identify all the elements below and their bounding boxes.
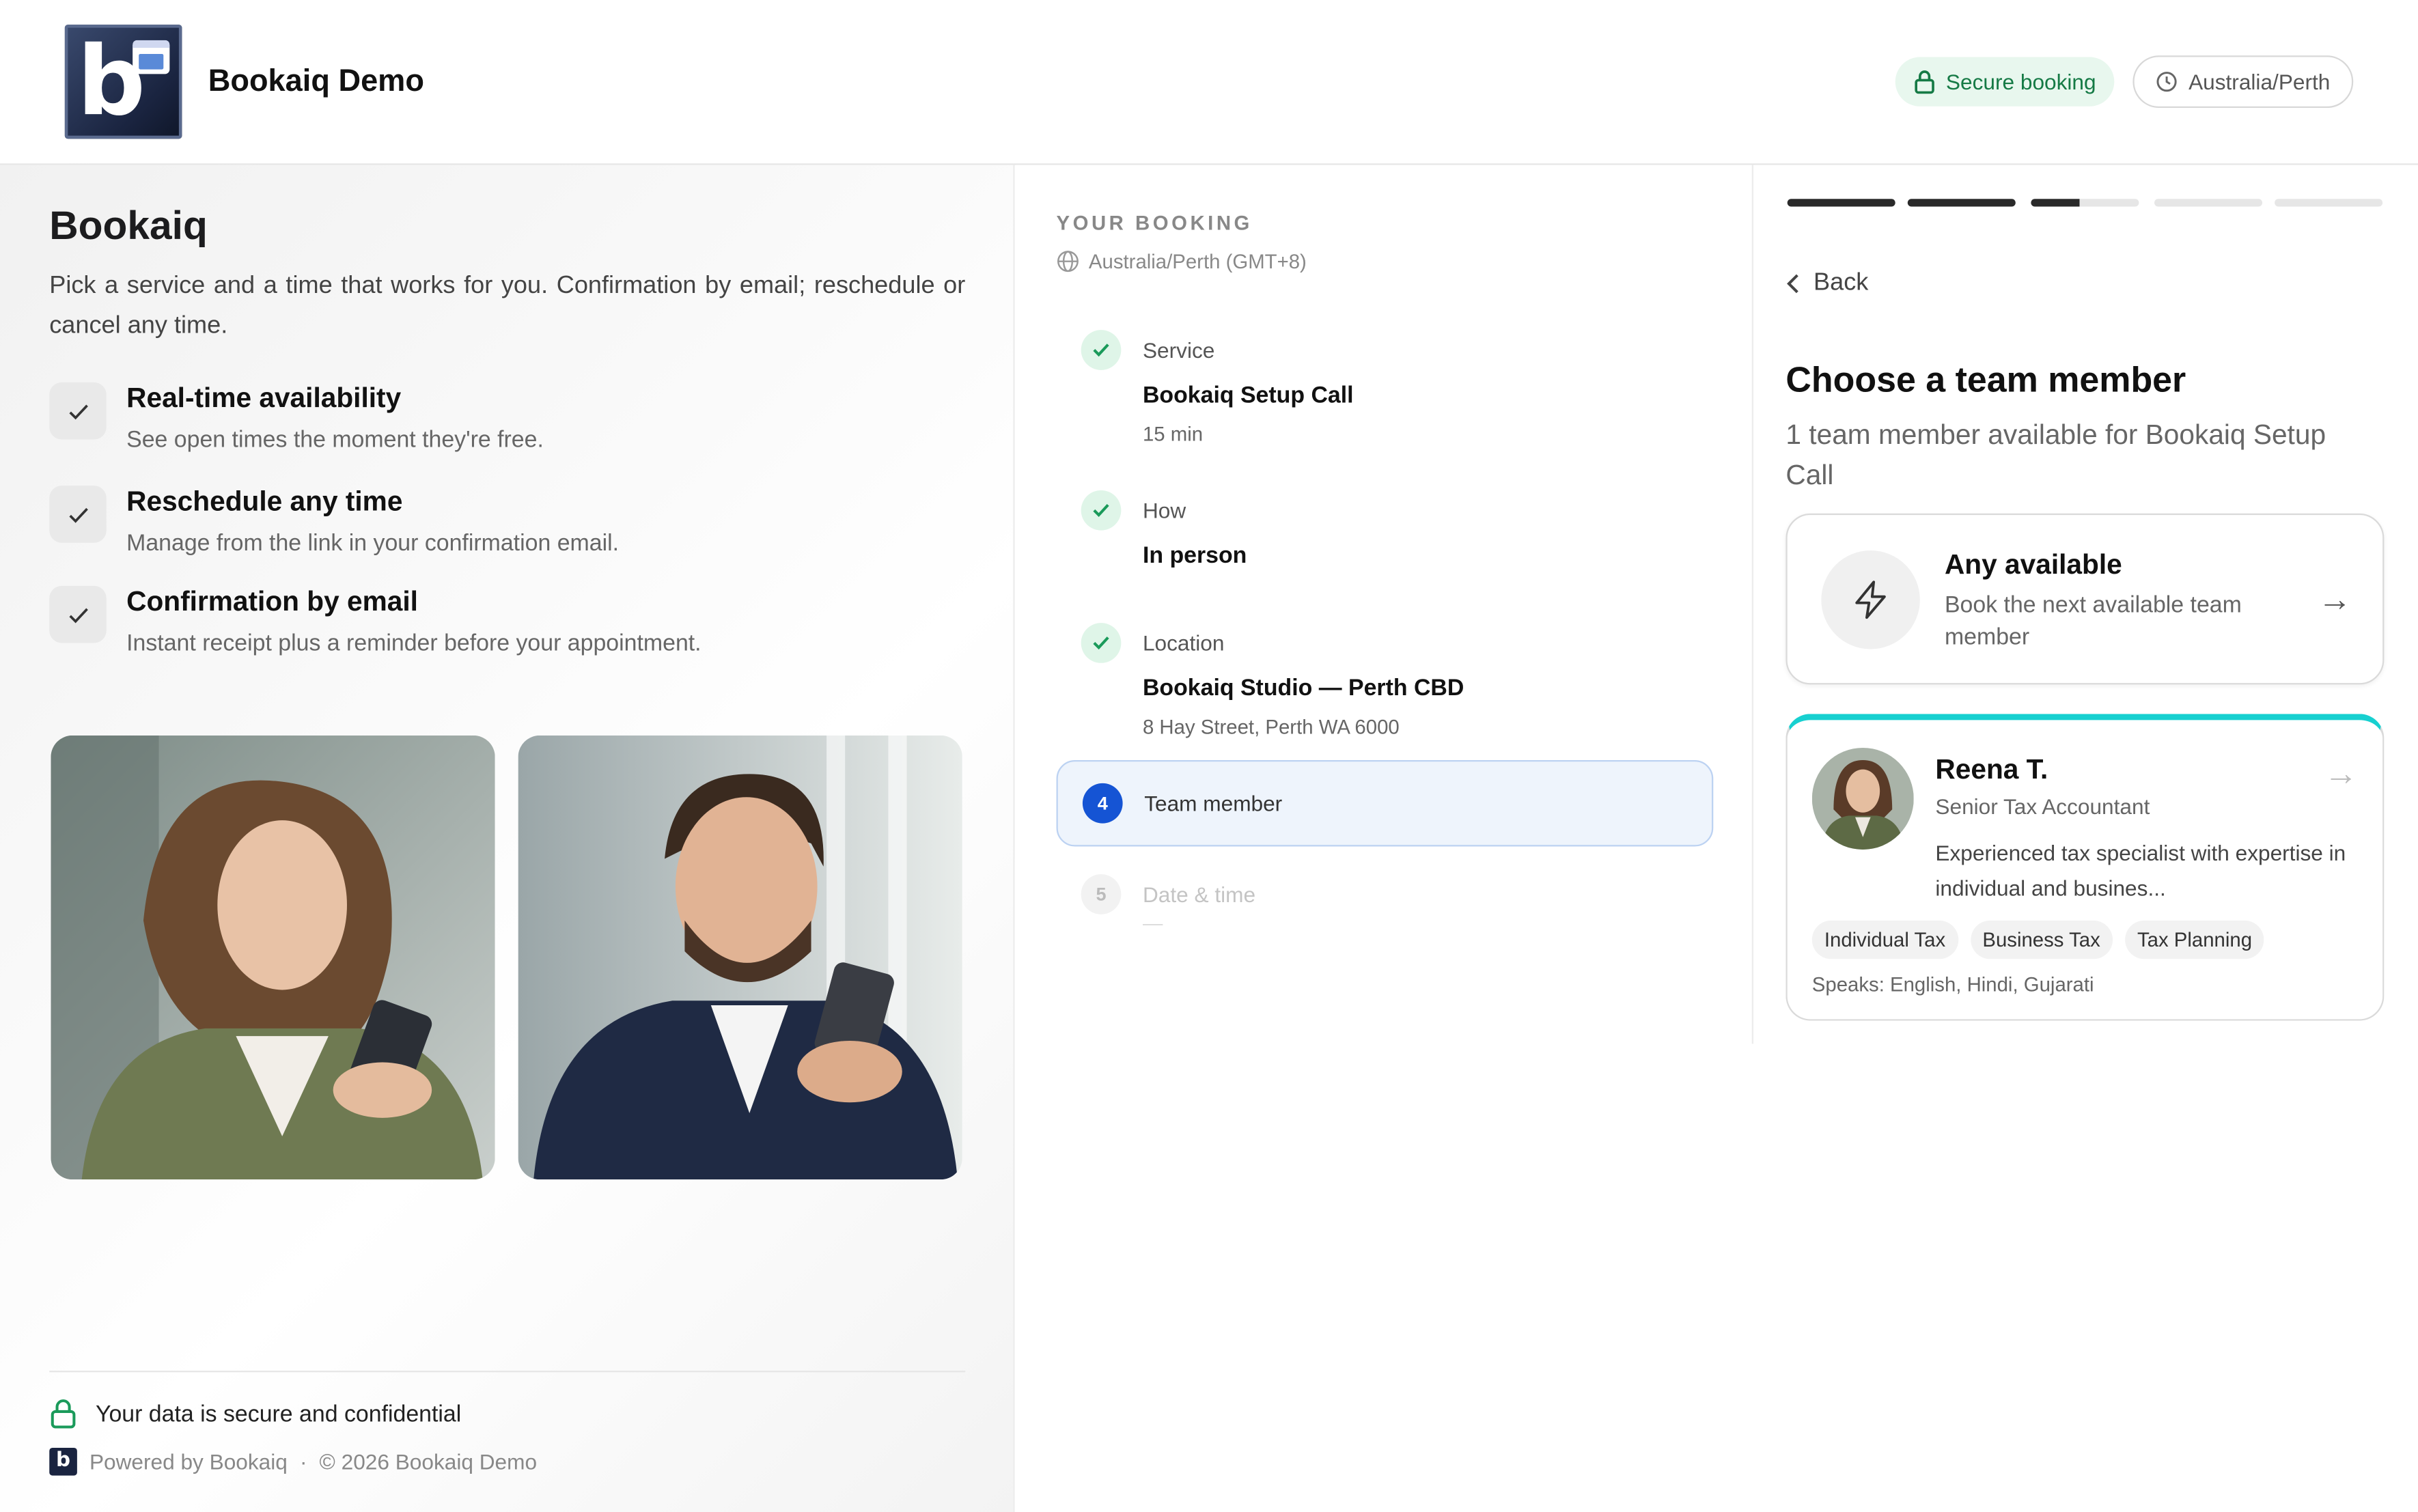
brand-name: Bookaiq Demo [208,64,424,98]
check-icon [1081,490,1122,531]
step-how[interactable]: How In person [1057,487,1714,579]
progress-segment-4 [2154,199,2263,207]
progress-segment-2 [1907,199,2016,207]
info-panel: Bookaiq Pick a service and a time that w… [0,165,1015,1512]
step-service[interactable]: Service Bookaiq Setup Call 15 min [1057,327,1714,451]
globe-icon [1057,251,1079,272]
woman-phone-photo [51,735,495,1180]
lightning-icon [1821,550,1920,649]
feature-reschedule: Reschedule any time Manage from the link… [49,486,975,578]
step-date-time: 5 Date & time — [1057,874,1714,951]
timezone-button[interactable]: Australia/Perth [2132,55,2354,109]
team-member-panel: Back Choose a team member 1 team member … [1755,165,2418,1044]
progress-segment-1 [1787,199,1895,207]
man-phone-photo [518,735,962,1180]
feature-realtime: Real-time availability See open times th… [49,382,975,475]
chevron-left-icon [1787,274,1798,294]
powered-by-link[interactable]: Powered by Bookaiq [89,1449,288,1474]
powered-by: b Powered by Bookaiq · © 2026 Bookaiq De… [49,1447,537,1476]
check-icon [1081,330,1122,370]
member-name: Reena T. [1935,754,2048,785]
tag: Individual Tax [1811,920,1958,960]
progress-segment-3 [2031,199,2139,207]
step-number-badge: 4 [1082,783,1123,824]
feature-confirmation: Confirmation by email Instant receipt pl… [49,585,975,678]
page-title: Bookaiq [49,201,208,249]
summary-timezone: Australia/Perth (GMT+8) [1057,250,1307,273]
any-available-option[interactable]: Any available Book the next available te… [1785,513,2385,685]
panel-subtitle: 1 team member available for Bookaiq Setu… [1785,419,2326,490]
member-languages: Speaks: English, Hindi, Gujarati [1811,972,2094,996]
member-tags: Individual Tax Business Tax Tax Planning [1811,920,2265,960]
member-description: Experienced tax specialist with expertis… [1935,840,2346,901]
tag: Tax Planning [2124,920,2265,960]
security-note: Your data is secure and confidential [49,1399,461,1429]
check-icon [49,585,107,643]
summary-heading: YOUR BOOKING [1056,211,1253,235]
bookaiq-mini-logo: b [49,1447,77,1476]
secure-booking-badge: Secure booking [1895,57,2115,107]
intro-text: Pick a service and a time that works for… [49,272,966,339]
check-icon [49,486,107,543]
team-member-card[interactable]: Reena T. Senior Tax Accountant Experienc… [1785,714,2385,1021]
progress-segment-5 [2275,199,2383,207]
lock-icon [51,1399,76,1429]
back-button[interactable]: Back [1785,270,1868,298]
clock-icon [2156,72,2178,92]
panel-title: Choose a team member [1785,359,2186,400]
top-header: b Bookaiq Demo Secure booking Australia/… [0,0,2418,165]
member-role: Senior Tax Accountant [1935,794,2150,819]
check-icon [49,382,107,440]
booking-summary: YOUR BOOKING Australia/Perth (GMT+8) Ser… [1016,165,1754,1044]
lock-icon [1915,70,1934,94]
bookaiq-logo[interactable]: b [64,25,182,139]
tag: Business Tax [1970,920,2113,960]
arrow-right-icon: → [2324,754,2359,793]
step-team-member[interactable]: 4 Team member [1056,760,1714,847]
step-number-badge: 5 [1081,874,1122,914]
avatar [1811,747,1914,850]
footer-divider [49,1371,966,1373]
check-icon [1081,623,1122,663]
arrow-right-icon: → [2318,579,2352,619]
step-location[interactable]: Location Bookaiq Studio — Perth CBD 8 Ha… [1057,620,1714,744]
